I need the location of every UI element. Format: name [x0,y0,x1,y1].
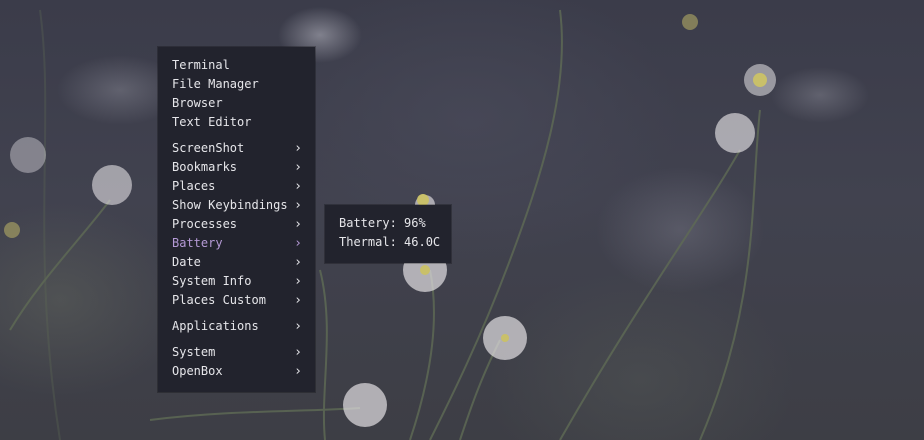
menu-item-date[interactable]: Date › [158,253,315,272]
menu-item-label: Applications [172,319,259,333]
menu-item-label: Thermal: 46.0C [339,235,441,249]
menu-item-label: System Info [172,274,252,288]
menu-item-system-info[interactable]: System Info › [158,272,315,291]
menu-separator [158,310,315,317]
chevron-right-icon: › [294,319,302,334]
chevron-right-icon: › [294,364,302,379]
menu-item-label: Places Custom [172,293,266,307]
menu-item-label: Battery: 96% [339,216,426,230]
menu-item-label: ScreenShot [172,141,245,155]
menu-separator [158,132,315,139]
menu-separator [158,336,315,343]
menu-item-openbox[interactable]: OpenBox › [158,362,315,381]
chevron-right-icon: › [294,217,302,232]
menu-item-text-editor[interactable]: Text Editor [158,113,315,132]
menu-item-battery[interactable]: Battery › [158,234,315,253]
flower-field-illustration [4,9,776,440]
menu-item-places-custom[interactable]: Places Custom › [158,291,315,310]
chevron-right-icon: › [294,255,302,270]
chevron-right-icon: › [294,179,302,194]
menu-item-label: Date [172,255,201,269]
menu-item-places[interactable]: Places › [158,177,315,196]
menu-item-label: Battery [172,236,223,250]
chevron-right-icon: › [294,160,302,175]
menu-item-label: Text Editor [172,115,252,129]
menu-item-browser[interactable]: Browser [158,94,315,113]
chevron-right-icon: › [294,141,302,156]
chevron-right-icon: › [294,274,302,289]
battery-submenu: Battery: 96% Thermal: 46.0C [325,205,451,263]
menu-item-label: OpenBox [172,364,223,378]
menu-item-thermal[interactable]: Thermal: 46.0C [325,233,451,252]
menu-item-label: Processes [172,217,238,231]
menu-item-label: Bookmarks [172,160,238,174]
chevron-right-icon: › [294,345,302,360]
menu-item-label: Show Keybindings [172,198,288,212]
menu-item-terminal[interactable]: Terminal [158,56,315,75]
menu-item-bookmarks[interactable]: Bookmarks › [158,158,315,177]
menu-item-battery-level[interactable]: Battery: 96% [325,214,451,233]
desktop-wallpaper [0,0,924,440]
menu-item-file-manager[interactable]: File Manager [158,75,315,94]
menu-item-screenshot[interactable]: ScreenShot › [158,139,315,158]
menu-item-show-keybindings[interactable]: Show Keybindings › [158,196,315,215]
chevron-right-icon: › [294,236,302,251]
menu-item-applications[interactable]: Applications › [158,317,315,336]
menu-item-label: System [172,345,216,359]
menu-item-system[interactable]: System › [158,343,315,362]
menu-item-label: File Manager [172,77,259,91]
menu-item-label: Terminal [172,58,230,72]
chevron-right-icon: › [294,198,302,213]
menu-item-label: Places [172,179,216,193]
root-menu: Terminal File Manager Browser Text Edito… [158,47,315,392]
menu-item-label: Browser [172,96,223,110]
menu-item-processes[interactable]: Processes › [158,215,315,234]
chevron-right-icon: › [294,293,302,308]
